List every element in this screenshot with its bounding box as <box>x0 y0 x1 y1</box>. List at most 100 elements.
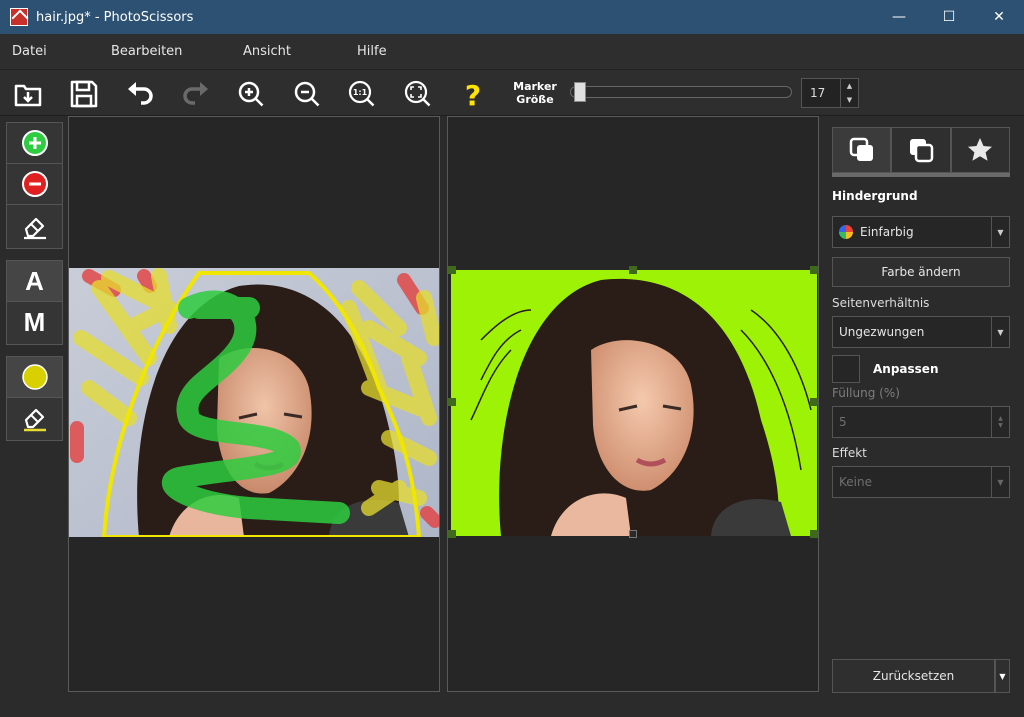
result-image[interactable] <box>451 270 817 536</box>
zoom-out-icon <box>294 81 320 107</box>
app-logo-icon <box>10 8 28 26</box>
marker-label-line2: Größe <box>516 93 554 106</box>
chevron-down-icon[interactable]: ▼ <box>991 217 1009 247</box>
zoom-in-icon <box>238 81 264 107</box>
menu-ansicht[interactable]: Ansicht <box>243 44 291 59</box>
spin-down-icon[interactable]: ▼ <box>841 93 858 107</box>
result-photo <box>451 270 817 536</box>
remove-marker-tool[interactable] <box>7 164 62 205</box>
zoom-in-button[interactable] <box>235 78 267 110</box>
color-wheel-icon <box>839 225 853 239</box>
tab-effects[interactable] <box>950 127 1010 173</box>
marker-tools <box>6 122 63 249</box>
fit-label: Anpassen <box>873 362 939 376</box>
zoom-fit-button[interactable] <box>402 78 434 110</box>
crop-handle-left[interactable] <box>448 398 456 406</box>
chevron-down-icon[interactable]: ▼ <box>991 467 1009 497</box>
zoom-actual-icon: 1:1 <box>348 80 375 107</box>
open-button[interactable] <box>12 78 44 110</box>
marker-size-slider-thumb[interactable] <box>574 82 587 102</box>
zoom-actual-button[interactable]: 1:1 <box>346 78 378 110</box>
effect-label: Effekt <box>832 446 867 460</box>
chevron-down-icon[interactable]: ▼ <box>991 317 1009 347</box>
open-icon <box>14 84 42 107</box>
crop-handle-top[interactable] <box>629 266 637 274</box>
tab-foreground[interactable] <box>891 127 951 173</box>
settings-tabs <box>832 127 1010 177</box>
close-button[interactable]: ✕ <box>974 0 1024 34</box>
keep-marker-tool[interactable] <box>7 123 62 164</box>
save-button[interactable] <box>68 78 100 110</box>
reset-dropdown-button[interactable]: ▼ <box>995 659 1010 693</box>
effect-dropdown[interactable]: Keine ▼ <box>832 466 1010 498</box>
redo-button[interactable] <box>180 78 212 110</box>
eraser-tool[interactable] <box>7 205 62 246</box>
background-type-value: Einfarbig <box>833 225 991 239</box>
crop-handle-bottom-left[interactable] <box>448 530 456 538</box>
help-button[interactable]: ? <box>457 78 489 110</box>
fit-checkbox[interactable] <box>832 355 860 383</box>
mode-tools: A M <box>6 260 63 345</box>
plus-icon <box>21 130 48 156</box>
background-type-dropdown[interactable]: Einfarbig ▼ <box>832 216 1010 248</box>
manual-mode-tool[interactable]: M <box>7 302 62 343</box>
maximize-button[interactable]: ☐ <box>924 0 974 34</box>
fill-label: Füllung (%) <box>832 386 900 400</box>
menu-datei[interactable]: Datei <box>12 44 47 59</box>
marker-size-value[interactable]: 17 <box>802 79 840 107</box>
background-type-text: Einfarbig <box>860 225 914 239</box>
menu-hilfe[interactable]: Hilfe <box>357 44 387 59</box>
crop-handle-top-left[interactable] <box>448 266 456 274</box>
zoom-fit-icon <box>404 80 431 107</box>
crop-handle-bottom[interactable] <box>629 530 637 538</box>
source-image[interactable] <box>69 268 439 537</box>
redo-icon <box>183 82 208 105</box>
eraser-icon <box>23 408 46 431</box>
minimize-button[interactable]: — <box>874 0 924 34</box>
background-tab-icon <box>849 137 873 161</box>
crop-handle-right[interactable] <box>810 398 818 406</box>
crop-handle-bottom-right[interactable] <box>810 530 818 538</box>
spin-down-icon[interactable]: ▼ <box>998 422 1003 429</box>
marker-size-slider[interactable] <box>570 86 792 98</box>
eraser-icon <box>23 217 46 239</box>
auto-mode-label: A <box>25 265 44 296</box>
toolbar: 1:1 ? Marker Größe <box>0 70 1024 116</box>
source-canvas[interactable] <box>68 116 440 692</box>
minus-icon <box>21 171 48 197</box>
aspect-ratio-dropdown[interactable]: Ungezwungen ▼ <box>832 316 1010 348</box>
aspect-ratio-label: Seitenverhältnis <box>832 296 930 310</box>
svg-text:1:1: 1:1 <box>353 88 368 97</box>
manual-mode-label: M <box>23 307 46 337</box>
yellow-circle-icon <box>21 364 48 390</box>
marker-size-spinbox[interactable]: 17 ▲ ▼ <box>801 78 859 108</box>
window-title: hair.jpg* - PhotoScissors <box>36 9 194 25</box>
zoom-out-button[interactable] <box>291 78 323 110</box>
marker-size-label: Marker Größe <box>506 80 564 106</box>
spin-up-icon[interactable]: ▲ <box>998 415 1003 422</box>
hair-eraser-tool[interactable] <box>7 398 62 439</box>
hair-tools <box>6 356 63 441</box>
change-color-button[interactable]: Farbe ändern <box>832 257 1010 287</box>
fill-spinbox[interactable]: 5 ▲ ▼ <box>832 406 1010 438</box>
auto-mode-tool[interactable]: A <box>7 261 62 302</box>
undo-button[interactable] <box>124 78 156 110</box>
help-icon: ? <box>465 79 481 109</box>
tab-background[interactable] <box>832 127 892 173</box>
effect-value: Keine <box>839 475 872 489</box>
title-bar: hair.jpg* - PhotoScissors — ☐ ✕ <box>0 0 1024 34</box>
menu-bearbeiten[interactable]: Bearbeiten <box>111 44 182 59</box>
menu-bar: Datei Bearbeiten Ansicht Hilfe <box>0 34 1024 70</box>
spin-arrows: ▲ ▼ <box>840 79 858 107</box>
undo-icon <box>128 82 153 105</box>
spin-up-icon[interactable]: ▲ <box>841 79 858 93</box>
aspect-ratio-value: Ungezwungen <box>839 325 925 339</box>
save-icon <box>70 80 98 108</box>
result-canvas[interactable] <box>447 116 819 692</box>
hair-marker-tool[interactable] <box>7 357 62 398</box>
crop-handle-top-right[interactable] <box>810 266 818 274</box>
effects-tab-icon <box>968 138 993 161</box>
fill-spin-arrows[interactable]: ▲ ▼ <box>991 407 1009 437</box>
reset-button[interactable]: Zurücksetzen <box>832 659 995 693</box>
fill-value: 5 <box>839 415 847 429</box>
